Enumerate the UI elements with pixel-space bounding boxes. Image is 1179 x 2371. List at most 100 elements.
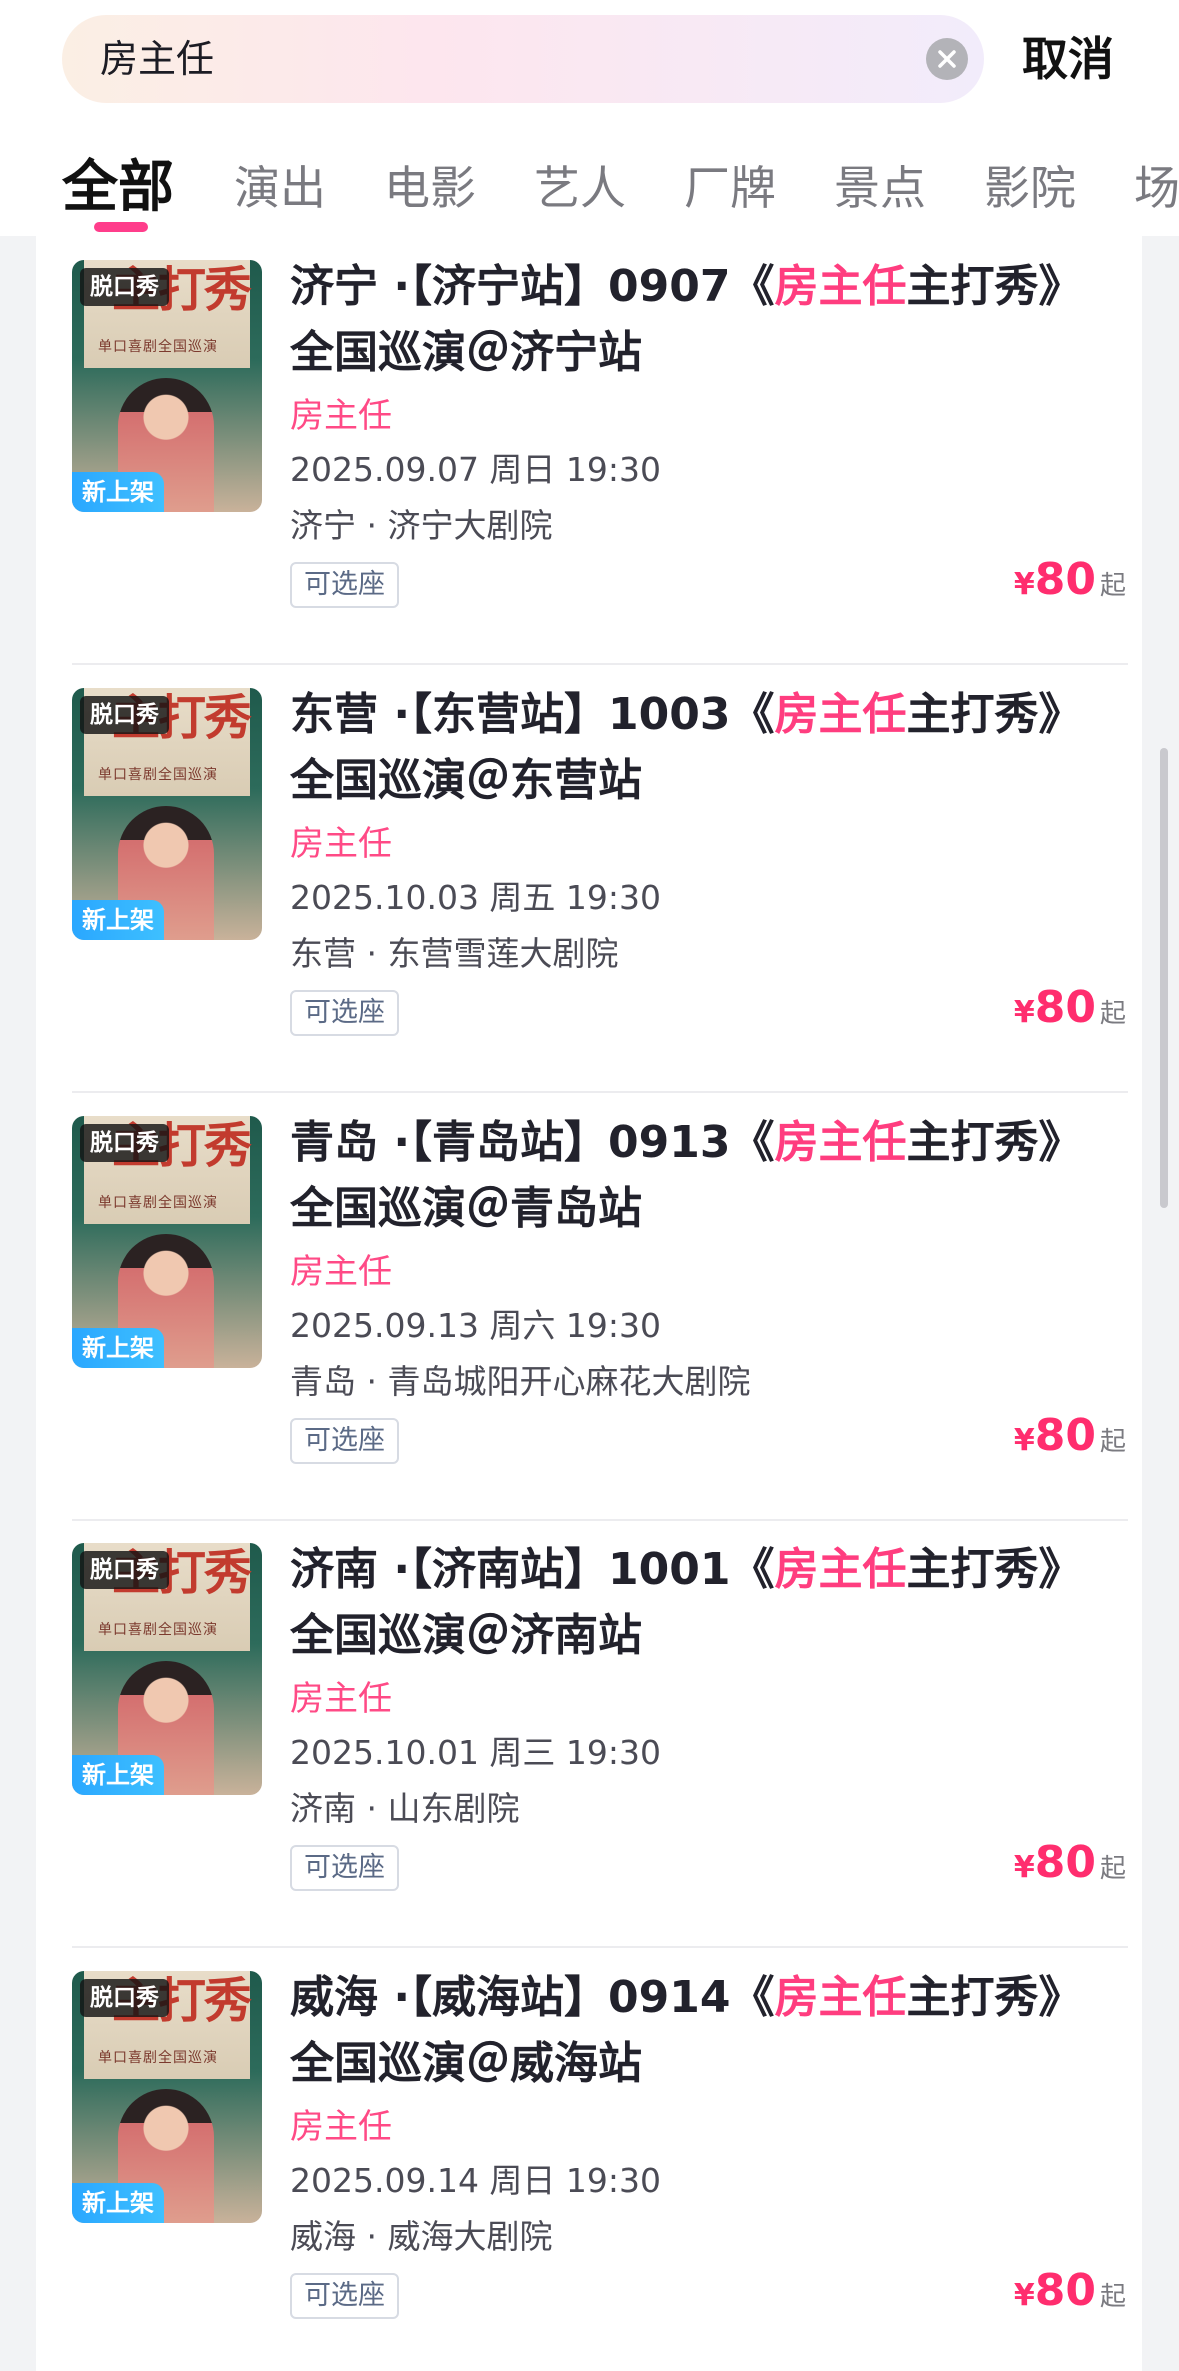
show-date: 2025.09.07 周日 19:30 xyxy=(290,450,662,489)
show-title[interactable]: 东营 ·【东营站】1003《房主任主打秀》全国巡演＠东营站 xyxy=(290,682,1110,814)
results-list: 主打秀 单口喜剧全国巡演 脱口秀 新上架 济宁 ·【济宁站】0907《房主任主打… xyxy=(36,236,1142,2371)
cancel-button[interactable]: 取消 xyxy=(1022,15,1114,103)
title-prefix: 济宁 ·【济宁站】0907《 xyxy=(290,261,775,312)
price-suffix: 起 xyxy=(1099,999,1126,1029)
genre-tag: 脱口秀 xyxy=(80,696,169,734)
genre-tag: 脱口秀 xyxy=(80,268,169,306)
poster-subtitle: 单口喜剧全国巡演 xyxy=(98,2050,218,2066)
new-tag: 新上架 xyxy=(72,472,164,512)
tab-shows[interactable]: 演出 xyxy=(234,140,326,236)
title-highlight: 房主任 xyxy=(774,1544,907,1595)
show-venue: 东营 · 东营雪莲大剧院 xyxy=(290,934,619,973)
tab-cinemas[interactable]: 影院 xyxy=(984,140,1076,236)
tab-venues[interactable]: 场 xyxy=(1134,140,1179,236)
show-title[interactable]: 威海 ·【威海站】0914《房主任主打秀》全国巡演＠威海站 xyxy=(290,1965,1110,2097)
title-prefix: 威海 ·【威海站】0914《 xyxy=(290,1972,775,2023)
card-info: 威海 ·【威海站】0914《房主任主打秀》全国巡演＠威海站 房主任 2025.0… xyxy=(290,1965,1110,2319)
search-input[interactable]: 房主任 xyxy=(62,15,984,103)
tab-labels[interactable]: 厂牌 xyxy=(684,140,776,236)
title-highlight: 房主任 xyxy=(774,689,907,740)
poster-subtitle: 单口喜剧全国巡演 xyxy=(98,1195,218,1211)
price-suffix: 起 xyxy=(1099,1427,1126,1457)
result-card[interactable]: 主打秀 单口喜剧全国巡演 脱口秀 新上架 威海 ·【威海站】0914《房主任主打… xyxy=(36,1947,1142,2371)
category-tabs: 全部 演出 电影 艺人 厂牌 景点 影院 场 xyxy=(0,140,1179,236)
title-highlight: 房主任 xyxy=(774,1117,907,1168)
title-highlight: 房主任 xyxy=(774,261,907,312)
new-tag: 新上架 xyxy=(72,1755,164,1795)
show-title[interactable]: 青岛 ·【青岛站】0913《房主任主打秀》全国巡演＠青岛站 xyxy=(290,1110,1110,1242)
show-date: 2025.10.01 周三 19:30 xyxy=(290,1733,662,1772)
card-info: 济宁 ·【济宁站】0907《房主任主打秀》全国巡演＠济宁站 房主任 2025.0… xyxy=(290,254,1110,608)
new-tag: 新上架 xyxy=(72,2183,164,2223)
poster-subtitle: 单口喜剧全国巡演 xyxy=(98,767,218,783)
close-icon xyxy=(938,50,956,68)
price-value: 80 xyxy=(1034,1837,1096,1888)
artist-name[interactable]: 房主任 xyxy=(290,820,1110,868)
artist-name[interactable]: 房主任 xyxy=(290,392,1110,440)
poster-subtitle: 单口喜剧全国巡演 xyxy=(98,339,218,355)
tab-movies[interactable]: 电影 xyxy=(384,140,476,236)
poster-image[interactable]: 主打秀 单口喜剧全国巡演 脱口秀 新上架 xyxy=(72,1543,262,1795)
card-info: 东营 ·【东营站】1003《房主任主打秀》全国巡演＠东营站 房主任 2025.1… xyxy=(290,682,1110,1036)
genre-tag: 脱口秀 xyxy=(80,1124,169,1162)
show-date: 2025.10.03 周五 19:30 xyxy=(290,878,662,917)
price-suffix: 起 xyxy=(1099,1854,1126,1884)
tab-artists[interactable]: 艺人 xyxy=(534,140,626,236)
tab-attractions[interactable]: 景点 xyxy=(834,140,926,236)
genre-tag: 脱口秀 xyxy=(80,1979,169,2017)
title-prefix: 东营 ·【东营站】1003《 xyxy=(290,689,775,740)
result-card[interactable]: 主打秀 单口喜剧全国巡演 脱口秀 新上架 青岛 ·【青岛站】0913《房主任主打… xyxy=(36,1092,1142,1521)
artist-name[interactable]: 房主任 xyxy=(290,1675,1110,1723)
search-header: 房主任 取消 全部 演出 电影 艺人 厂牌 景点 影院 场 xyxy=(0,0,1179,236)
seat-select-badge: 可选座 xyxy=(290,1845,399,1891)
price: ¥80 起 xyxy=(1014,2265,1126,2316)
seat-select-badge: 可选座 xyxy=(290,2273,399,2319)
seat-select-badge: 可选座 xyxy=(290,990,399,1036)
show-venue: 济宁 · 济宁大剧院 xyxy=(290,506,553,545)
show-venue: 济南 · 山东剧院 xyxy=(290,1789,520,1828)
card-info: 济南 ·【济南站】1001《房主任主打秀》全国巡演＠济南站 房主任 2025.1… xyxy=(290,1537,1110,1891)
artist-name[interactable]: 房主任 xyxy=(290,2103,1110,2151)
show-title[interactable]: 济宁 ·【济宁站】0907《房主任主打秀》全国巡演＠济宁站 xyxy=(290,254,1110,386)
price: ¥80 起 xyxy=(1014,982,1126,1033)
poster-image[interactable]: 主打秀 单口喜剧全国巡演 脱口秀 新上架 xyxy=(72,260,262,512)
price: ¥80 起 xyxy=(1014,1410,1126,1461)
price: ¥80 起 xyxy=(1014,1837,1126,1888)
show-title[interactable]: 济南 ·【济南站】1001《房主任主打秀》全国巡演＠济南站 xyxy=(290,1537,1110,1669)
title-prefix: 青岛 ·【青岛站】0913《 xyxy=(290,1117,775,1168)
price-currency: ¥ xyxy=(1013,1850,1035,1885)
genre-tag: 脱口秀 xyxy=(80,1551,169,1589)
price-currency: ¥ xyxy=(1013,995,1035,1030)
title-prefix: 济南 ·【济南站】1001《 xyxy=(290,1544,775,1595)
active-tab-indicator xyxy=(94,222,148,232)
show-date: 2025.09.14 周日 19:30 xyxy=(290,2161,662,2200)
clear-search-button[interactable] xyxy=(926,38,968,80)
price-value: 80 xyxy=(1034,1410,1096,1461)
price: ¥80 起 xyxy=(1014,554,1126,605)
seat-select-badge: 可选座 xyxy=(290,1418,399,1464)
poster-image[interactable]: 主打秀 单口喜剧全国巡演 脱口秀 新上架 xyxy=(72,1971,262,2223)
result-card[interactable]: 主打秀 单口喜剧全国巡演 脱口秀 新上架 济宁 ·【济宁站】0907《房主任主打… xyxy=(36,236,1142,665)
price-value: 80 xyxy=(1034,2265,1096,2316)
price-currency: ¥ xyxy=(1013,567,1035,602)
price-value: 80 xyxy=(1034,982,1096,1033)
seat-select-badge: 可选座 xyxy=(290,562,399,608)
search-query[interactable]: 房主任 xyxy=(100,15,214,103)
price-currency: ¥ xyxy=(1013,1423,1035,1458)
price-suffix: 起 xyxy=(1099,571,1126,601)
show-date: 2025.09.13 周六 19:30 xyxy=(290,1306,662,1345)
new-tag: 新上架 xyxy=(72,1328,164,1368)
result-card[interactable]: 主打秀 单口喜剧全国巡演 脱口秀 新上架 济南 ·【济南站】1001《房主任主打… xyxy=(36,1519,1142,1948)
price-value: 80 xyxy=(1034,554,1096,605)
scrollbar[interactable] xyxy=(1160,748,1168,1208)
price-currency: ¥ xyxy=(1013,2278,1035,2313)
price-suffix: 起 xyxy=(1099,2282,1126,2312)
poster-image[interactable]: 主打秀 单口喜剧全国巡演 脱口秀 新上架 xyxy=(72,1116,262,1368)
title-highlight: 房主任 xyxy=(774,1972,907,2023)
card-info: 青岛 ·【青岛站】0913《房主任主打秀》全国巡演＠青岛站 房主任 2025.0… xyxy=(290,1110,1110,1464)
result-card[interactable]: 主打秀 单口喜剧全国巡演 脱口秀 新上架 东营 ·【东营站】1003《房主任主打… xyxy=(36,664,1142,1093)
poster-image[interactable]: 主打秀 单口喜剧全国巡演 脱口秀 新上架 xyxy=(72,688,262,940)
new-tag: 新上架 xyxy=(72,900,164,940)
artist-name[interactable]: 房主任 xyxy=(290,1248,1110,1296)
poster-subtitle: 单口喜剧全国巡演 xyxy=(98,1622,218,1638)
